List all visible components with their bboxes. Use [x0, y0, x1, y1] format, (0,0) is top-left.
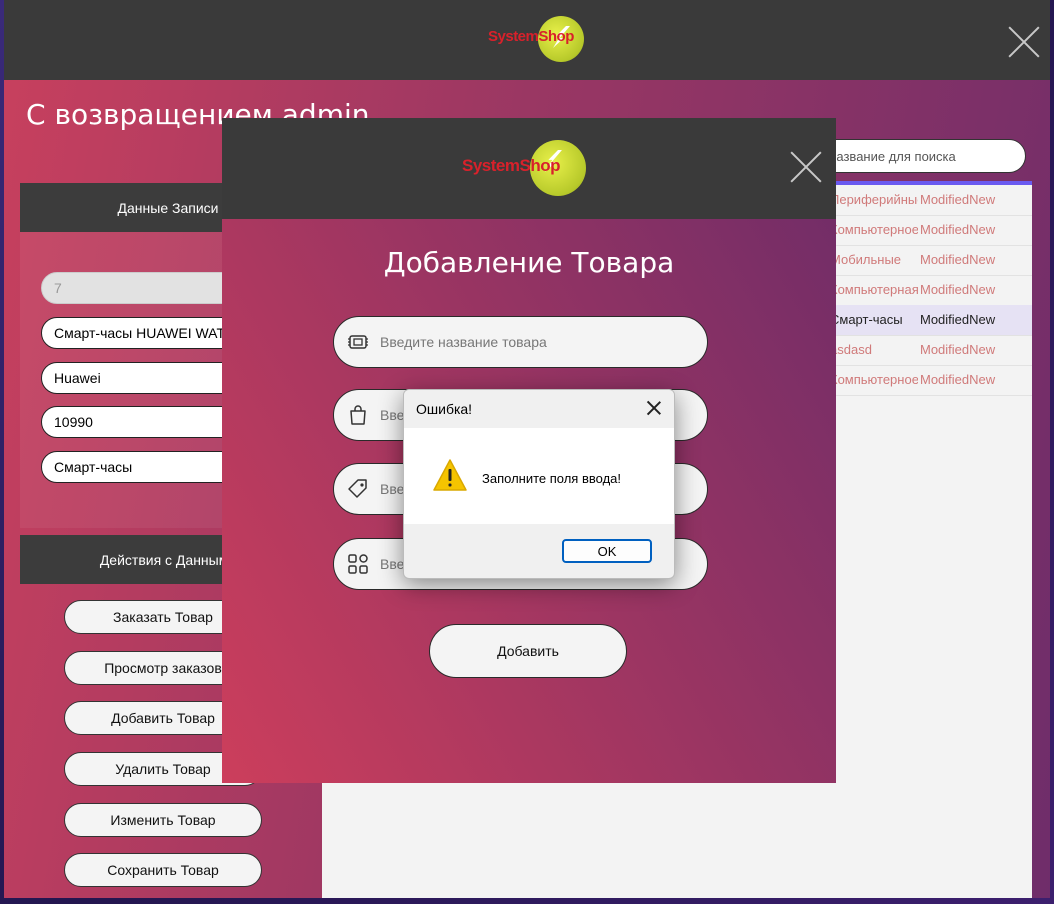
- record-panel-title: Данные Записи: [117, 199, 219, 216]
- product-name-input[interactable]: Введите название товара: [333, 316, 708, 368]
- status-cell: ModifiedNew: [920, 372, 996, 387]
- main-header: SystemShop: [4, 0, 1050, 80]
- save-product-button[interactable]: Сохранить Товар: [64, 853, 262, 887]
- category-cell: Смарт-часы: [830, 312, 903, 327]
- close-icon[interactable]: [789, 150, 823, 184]
- warning-icon: [433, 459, 467, 491]
- submit-add-button[interactable]: Добавить: [429, 624, 627, 678]
- close-icon[interactable]: [1007, 25, 1041, 59]
- actions-panel-title: Действия с Данными: [99, 551, 237, 568]
- price-tag-icon: [348, 479, 367, 498]
- shopping-bag-icon: [350, 405, 366, 425]
- status-cell: ModifiedNew: [920, 312, 996, 327]
- status-cell: ModifiedNew: [920, 192, 996, 207]
- status-cell: ModifiedNew: [920, 282, 996, 297]
- category-cell: Компьютерное оборудование: [830, 222, 918, 237]
- error-title: Ошибка!: [416, 401, 473, 417]
- systemshop-logo: SystemShop: [462, 140, 586, 196]
- chip-icon: [348, 335, 368, 349]
- error-message-box: Ошибка! Заполните поля ввода! OK: [403, 389, 675, 579]
- category-cell: Мобильные: [830, 252, 902, 267]
- ok-button[interactable]: OK: [562, 539, 652, 563]
- status-cell: ModifiedNew: [920, 342, 996, 357]
- add-dialog-title: Добавление Товара: [383, 246, 675, 279]
- add-dialog-header: SystemShop: [222, 118, 836, 219]
- category-cell: Компьютерное оборудование: [830, 372, 918, 387]
- status-cell: ModifiedNew: [920, 222, 996, 237]
- error-title-bar: Ошибка!: [404, 390, 674, 428]
- category-cell: Периферийные устройства: [830, 192, 918, 207]
- category-cell: Компьютерная периферия: [830, 282, 918, 297]
- systemshop-logo: SystemShop: [488, 16, 584, 62]
- logo-wordmark: SystemShop: [488, 28, 574, 45]
- logo-wordmark: SystemShop: [462, 156, 560, 175]
- edit-product-button[interactable]: Изменить Товар: [64, 803, 262, 837]
- close-icon[interactable]: [644, 398, 664, 418]
- status-cell: ModifiedNew: [920, 252, 996, 267]
- error-body: Заполните поля ввода!: [404, 428, 674, 524]
- product-name-placeholder: Введите название товара: [380, 334, 547, 350]
- category-cell: asdasd: [830, 342, 872, 357]
- grid-icon: [348, 554, 368, 574]
- error-message: Заполните поля ввода!: [482, 471, 622, 486]
